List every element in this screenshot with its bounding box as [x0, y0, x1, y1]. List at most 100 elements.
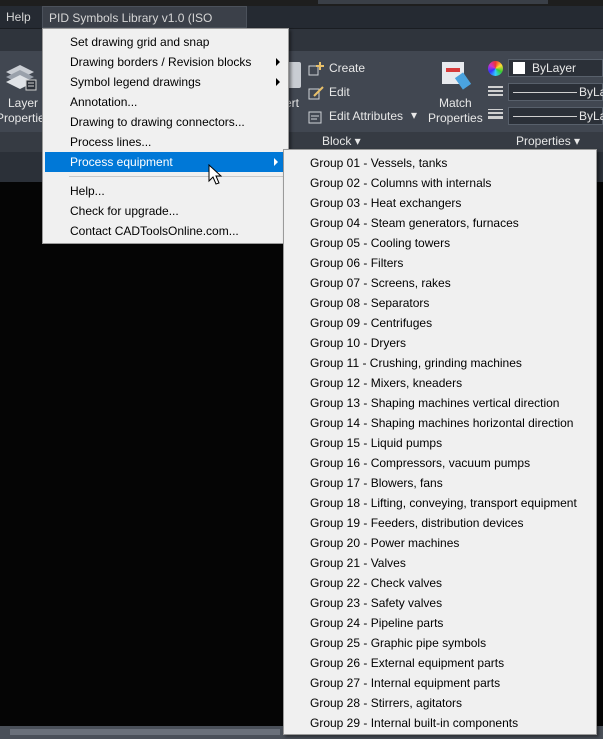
- submenu-item-group-13[interactable]: Group 13 - Shaping machines vertical dir…: [284, 393, 596, 413]
- menu-help[interactable]: Help: [0, 6, 37, 28]
- submenu-item-group-06[interactable]: Group 06 - Filters: [284, 253, 596, 273]
- submenu-item-label: Group 06 - Filters: [310, 256, 404, 270]
- submenu-item-group-22[interactable]: Group 22 - Check valves: [284, 573, 596, 593]
- submenu-item-group-05[interactable]: Group 05 - Cooling towers: [284, 233, 596, 253]
- submenu-item-label: Group 25 - Graphic pipe symbols: [310, 636, 487, 650]
- create-block-label: Create: [329, 61, 366, 75]
- edit-attributes-dropdown-icon[interactable]: ▾: [411, 108, 417, 122]
- submenu-item-group-29[interactable]: Group 29 - Internal built-in components: [284, 713, 596, 733]
- submenu-item-label: Group 19 - Feeders, distribution devices: [310, 516, 524, 530]
- submenu-item-group-23[interactable]: Group 23 - Safety valves: [284, 593, 596, 613]
- submenu-item-group-16[interactable]: Group 16 - Compressors, vacuum pumps: [284, 453, 596, 473]
- submenu-item-group-25[interactable]: Group 25 - Graphic pipe symbols: [284, 633, 596, 653]
- match-properties-label-2: Properties: [428, 111, 483, 125]
- pid-dropdown-menu: Set drawing grid and snap Drawing borders…: [42, 28, 289, 244]
- menu-item-label: Drawing to drawing connectors...: [70, 115, 245, 129]
- submenu-item-group-26[interactable]: Group 26 - External equipment parts: [284, 653, 596, 673]
- submenu-item-label: Group 21 - Valves: [310, 556, 406, 570]
- menu-item-label: Process lines...: [70, 135, 152, 149]
- submenu-item-group-17[interactable]: Group 17 - Blowers, fans: [284, 473, 596, 493]
- title-tab: [318, 0, 548, 4]
- submenu-item-group-09[interactable]: Group 09 - Centrifuges: [284, 313, 596, 333]
- submenu-item-label: Group 20 - Power machines: [310, 536, 460, 550]
- block-panel-title[interactable]: Block ▾: [322, 134, 361, 148]
- menu-item-label: Symbol legend drawings: [70, 75, 201, 89]
- menu-item-symbol-legend-drawings[interactable]: Symbol legend drawings: [43, 72, 288, 92]
- submenu-arrow-icon: [274, 158, 278, 166]
- submenu-item-label: Group 01 - Vessels, tanks: [310, 156, 448, 170]
- submenu-item-label: Group 08 - Separators: [310, 296, 430, 310]
- create-block-icon: [308, 62, 324, 76]
- linetype-select[interactable]: ByLa: [508, 83, 603, 101]
- submenu-item-label: Group 13 - Shaping machines vertical dir…: [310, 396, 560, 410]
- submenu-item-group-02[interactable]: Group 02 - Columns with internals: [284, 173, 596, 193]
- submenu-item-label: Group 07 - Screens, rakes: [310, 276, 451, 290]
- layer-properties-button[interactable]: Layer Properties: [0, 58, 51, 128]
- menu-item-contact-cadtoolsonline-com[interactable]: Contact CADToolsOnline.com...: [43, 221, 288, 241]
- submenu-item-label: Group 18 - Lifting, conveying, transport…: [310, 496, 577, 510]
- submenu-item-label: Group 24 - Pipeline parts: [310, 616, 444, 630]
- match-properties-button[interactable]: Match Properties: [428, 58, 486, 128]
- lineweight-icon: [488, 108, 503, 121]
- lineweight-select-value: ByLa: [579, 109, 603, 123]
- linetype-select-value: ByLa: [579, 85, 603, 99]
- submenu-item-group-07[interactable]: Group 07 - Screens, rakes: [284, 273, 596, 293]
- edit-attributes-label: Edit Attributes: [329, 109, 404, 123]
- submenu-item-group-10[interactable]: Group 10 - Dryers: [284, 333, 596, 353]
- edit-block-icon: [308, 86, 324, 100]
- submenu-item-group-08[interactable]: Group 08 - Separators: [284, 293, 596, 313]
- lineweight-select[interactable]: ByLa: [508, 107, 603, 125]
- submenu-item-group-19[interactable]: Group 19 - Feeders, distribution devices: [284, 513, 596, 533]
- submenu-item-label: Group 26 - External equipment parts: [310, 656, 505, 670]
- submenu-item-label: Group 22 - Check valves: [310, 576, 443, 590]
- submenu-item-group-04[interactable]: Group 04 - Steam generators, furnaces: [284, 213, 596, 233]
- submenu-item-group-15[interactable]: Group 15 - Liquid pumps: [284, 433, 596, 453]
- properties-panel-title[interactable]: Properties ▾: [516, 134, 580, 148]
- color-select[interactable]: ByLayer: [508, 59, 603, 77]
- submenu-item-label: Group 02 - Columns with internals: [310, 176, 492, 190]
- menu-item-check-for-upgrade[interactable]: Check for upgrade...: [43, 201, 288, 221]
- submenu-item-group-11[interactable]: Group 11 - Crushing, grinding machines: [284, 353, 596, 373]
- submenu-item-label: Group 04 - Steam generators, furnaces: [310, 216, 519, 230]
- submenu-item-label: Group 27 - Internal equipment parts: [310, 676, 501, 690]
- submenu-item-group-21[interactable]: Group 21 - Valves: [284, 553, 596, 573]
- menu-pid-symbols[interactable]: PID Symbols Library v1.0 (ISO 10628): [42, 6, 247, 47]
- edit-attributes-icon: [308, 111, 322, 124]
- match-properties-icon: [442, 62, 472, 90]
- color-wheel-icon: [488, 61, 503, 76]
- scrollbar-thumb[interactable]: [10, 729, 280, 735]
- layer-properties-label-1: Layer: [8, 96, 39, 110]
- submenu-item-group-24[interactable]: Group 24 - Pipeline parts: [284, 613, 596, 633]
- submenu-item-label: Group 29 - Internal built-in components: [310, 716, 519, 730]
- menu-item-label: Annotation...: [70, 95, 138, 109]
- submenu-item-group-27[interactable]: Group 27 - Internal equipment parts: [284, 673, 596, 693]
- menu-item-set-drawing-grid-and-snap[interactable]: Set drawing grid and snap: [43, 32, 288, 52]
- submenu-item-group-14[interactable]: Group 14 - Shaping machines horizontal d…: [284, 413, 596, 433]
- submenu-item-label: Group 05 - Cooling towers: [310, 236, 451, 250]
- menu-item-help[interactable]: Help...: [43, 181, 288, 201]
- submenu-item-group-01[interactable]: Group 01 - Vessels, tanks: [284, 153, 596, 173]
- layer-properties-icon: [6, 65, 37, 91]
- submenu-item-label: Group 14 - Shaping machines horizontal d…: [310, 416, 574, 430]
- submenu-item-label: Group 10 - Dryers: [310, 336, 407, 350]
- submenu-item-group-18[interactable]: Group 18 - Lifting, conveying, transport…: [284, 493, 596, 513]
- submenu-item-label: Group 12 - Mixers, kneaders: [310, 376, 463, 390]
- submenu-item-label: Group 23 - Safety valves: [310, 596, 443, 610]
- submenu-item-label: Group 11 - Crushing, grinding machines: [310, 356, 522, 370]
- menu-item-process-lines[interactable]: Process lines...: [43, 132, 288, 152]
- submenu-item-label: Group 09 - Centrifuges: [310, 316, 433, 330]
- menu-item-annotation[interactable]: Annotation...: [43, 92, 288, 112]
- menu-bar: Help PID Symbols Library v1.0 (ISO 10628…: [0, 6, 603, 47]
- submenu-item-group-03[interactable]: Group 03 - Heat exchangers: [284, 193, 596, 213]
- menu-item-label: Contact CADToolsOnline.com...: [70, 224, 239, 238]
- menu-item-drawing-borders-revision-blocks[interactable]: Drawing borders / Revision blocks: [43, 52, 288, 72]
- mouse-cursor-icon: [208, 164, 222, 185]
- menu-item-drawing-to-drawing-connectors[interactable]: Drawing to drawing connectors...: [43, 112, 288, 132]
- submenu-item-label: Group 03 - Heat exchangers: [310, 196, 462, 210]
- submenu-item-group-12[interactable]: Group 12 - Mixers, kneaders: [284, 373, 596, 393]
- menu-item-process-equipment[interactable]: Process equipment: [45, 152, 286, 172]
- submenu-item-label: Group 15 - Liquid pumps: [310, 436, 443, 450]
- submenu-item-group-28[interactable]: Group 28 - Stirrers, agitators: [284, 693, 596, 713]
- submenu-item-group-20[interactable]: Group 20 - Power machines: [284, 533, 596, 553]
- menu-item-label: Help...: [70, 184, 105, 198]
